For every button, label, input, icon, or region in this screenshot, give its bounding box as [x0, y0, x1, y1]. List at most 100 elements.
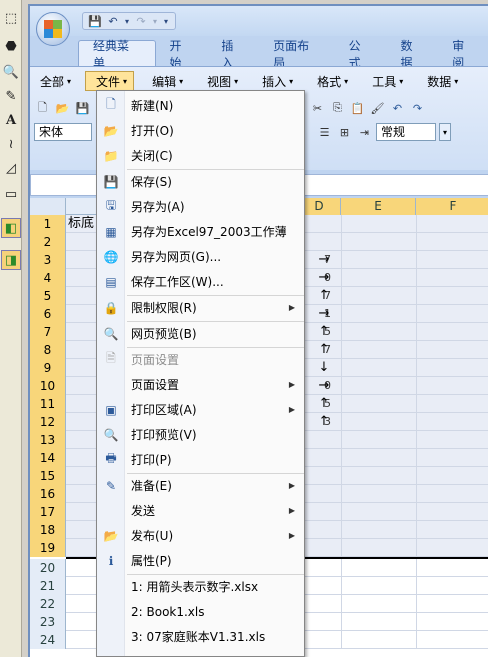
row-header[interactable]: 5 [30, 287, 66, 305]
copy-icon[interactable]: ⎘ [329, 100, 346, 117]
undo-dropdown-icon[interactable]: ▾ [123, 14, 131, 28]
menu-item[interactable]: 🌐 另存为网页(G)... [97, 244, 304, 269]
row-header[interactable]: 3 [30, 251, 66, 269]
menu-item[interactable]: 🖶 打印(P) [97, 447, 304, 472]
green-layers-icon[interactable]: ◨ [1, 250, 21, 270]
select-all-corner[interactable] [30, 198, 66, 215]
zoom-icon[interactable]: 🔍 [1, 62, 21, 82]
number-format-box[interactable]: 常规 [376, 123, 436, 141]
menu-item[interactable]: 页面设置 ▶ [97, 372, 304, 397]
gridline [341, 251, 342, 269]
row-header[interactable]: 6 [30, 305, 66, 323]
menu-item[interactable]: 发送 ▶ [97, 498, 304, 523]
menu-item[interactable]: ▦ 另存为Excel97_2003工作薄 [97, 219, 304, 244]
menu-item[interactable]: 🔒 限制权限(R) ▶ [97, 295, 304, 320]
format-painter-icon[interactable]: 🖌 [369, 100, 386, 117]
eraser-icon[interactable]: ◿ [1, 158, 21, 178]
green-3d-icon[interactable]: ◧ [1, 218, 21, 238]
classic-menu-item[interactable]: 视图 ▾ [197, 71, 244, 91]
menu-item[interactable]: 🗋 新建(N) [97, 93, 304, 118]
pen-icon[interactable]: ✎ [1, 86, 21, 106]
cut-icon[interactable]: ✂ [309, 100, 326, 117]
menu-item[interactable]: ✎ 准备(E) ▶ [97, 473, 304, 498]
ribbon-tab[interactable]: 公式 [335, 39, 387, 70]
text-icon[interactable]: A [1, 110, 21, 130]
ribbon-tab[interactable]: 插入 [207, 39, 259, 70]
menu-item[interactable]: 📂 发布(U) ▶ [97, 523, 304, 548]
row-header[interactable]: 18 [30, 521, 66, 539]
classic-menu-item[interactable]: 格式 ▾ [307, 71, 354, 91]
row-header[interactable]: 7 [30, 323, 66, 341]
row-header[interactable]: 17 [30, 503, 66, 521]
row-header[interactable]: 24 [30, 631, 66, 649]
classic-menu-item[interactable]: 插入 ▾ [252, 71, 299, 91]
ribbon-tab[interactable]: 开始 [156, 39, 208, 70]
classic-menu-item[interactable]: 文件 ▾ [85, 71, 135, 91]
row-header[interactable]: 19 [30, 539, 66, 557]
menu-item[interactable]: ℹ 属性(P) [97, 548, 304, 573]
open-icon[interactable]: 📂 [54, 100, 71, 117]
save-tb-icon[interactable]: 💾 [74, 100, 91, 117]
menu-item[interactable]: ▤ 保存工作区(W)... [97, 269, 304, 294]
gridline [341, 521, 342, 539]
new-icon[interactable]: 🗋 [34, 100, 51, 117]
ribbon-tab[interactable]: 审阅 [438, 39, 488, 70]
paint-icon[interactable]: ⬣ [1, 36, 21, 56]
shape-icon[interactable]: ▭ [1, 184, 21, 204]
ribbon-tab[interactable]: 页面布局 [259, 39, 335, 70]
menu-item[interactable]: 🔍 打印预览(V) [97, 422, 304, 447]
classic-menu-item[interactable]: 全部 ▾ [30, 71, 77, 91]
number-format-dropdown-icon[interactable]: ▾ [439, 123, 451, 141]
row-header[interactable]: 10 [30, 377, 66, 395]
redo-icon[interactable]: ↷ [133, 14, 149, 28]
menu-item[interactable]: 🖫 另存为(A) [97, 194, 304, 219]
redo-dropdown-icon[interactable]: ▾ [151, 14, 159, 28]
cell-arrow: ↑ [318, 324, 330, 339]
row-header[interactable]: 23 [30, 613, 66, 631]
classic-menu-item[interactable]: 编辑 ▾ [142, 71, 189, 91]
row-header[interactable]: 14 [30, 449, 66, 467]
gridline [416, 287, 417, 305]
font-name-box[interactable]: 宋体 [34, 123, 92, 141]
cell-a[interactable]: 标底 [68, 215, 94, 233]
row-header[interactable]: 16 [30, 485, 66, 503]
row-header[interactable]: 8 [30, 341, 66, 359]
column-header-E[interactable]: E [341, 198, 416, 215]
undo-tb-icon[interactable]: ↶ [389, 100, 406, 117]
classic-menu-item[interactable]: 数据 ▾ [417, 71, 464, 91]
menu-item[interactable]: 2: Book1.xls [97, 599, 304, 624]
row-header[interactable]: 4 [30, 269, 66, 287]
menu-item[interactable]: 3: 07家庭账本V1.31.xls [97, 624, 304, 649]
row-header[interactable]: 12 [30, 413, 66, 431]
undo-icon[interactable]: ↶ [105, 14, 121, 28]
menu-item[interactable]: 🔍 网页预览(B) [97, 321, 304, 346]
row-header[interactable]: 20 [30, 559, 66, 577]
column-header-F[interactable]: F [416, 198, 488, 215]
row-header[interactable]: 22 [30, 595, 66, 613]
menu-item[interactable]: 1: 用箭头表示数字.xlsx [97, 574, 304, 599]
office-button[interactable] [36, 12, 70, 46]
row-header[interactable]: 1 [30, 215, 66, 233]
menu-item[interactable]: 📂 打开(O) [97, 118, 304, 143]
wrap-text-icon[interactable]: ⇥ [356, 124, 373, 141]
ribbon-tab[interactable]: 数据 [386, 39, 438, 70]
save-icon[interactable]: 💾 [87, 14, 103, 28]
paste-icon[interactable]: 📋 [349, 100, 366, 117]
menu-item[interactable]: 📁 关闭(C) [97, 143, 304, 168]
row-header[interactable]: 9 [30, 359, 66, 377]
row-header[interactable]: 13 [30, 431, 66, 449]
row-header[interactable]: 21 [30, 577, 66, 595]
align-justify-icon[interactable]: ☰ [316, 124, 333, 141]
row-header[interactable]: 15 [30, 467, 66, 485]
menu-item[interactable]: ▣ 打印区域(A) ▶ [97, 397, 304, 422]
freehand-icon[interactable]: ≀ [1, 134, 21, 154]
row-header[interactable]: 11 [30, 395, 66, 413]
ribbon-tab[interactable]: 经典菜单 [78, 39, 156, 70]
row-header[interactable]: 2 [30, 233, 66, 251]
merge-cells-icon[interactable]: ⊞ [336, 124, 353, 141]
classic-menu-item[interactable]: 工具 ▾ [362, 71, 409, 91]
customize-qat-icon[interactable]: ▾ [161, 14, 171, 28]
redo-tb-icon[interactable]: ↷ [409, 100, 426, 117]
select-icon[interactable]: ⬚ [1, 8, 21, 28]
menu-item[interactable]: 💾 保存(S) [97, 169, 304, 194]
